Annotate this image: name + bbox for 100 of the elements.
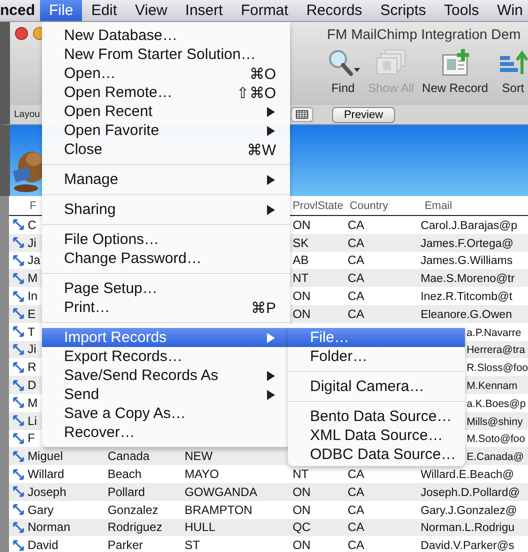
menu-item[interactable]: File…: [288, 328, 465, 347]
menu-item[interactable]: Send: [42, 385, 290, 404]
preview-button[interactable]: Preview: [332, 106, 395, 122]
toolbar-button[interactable]: Find: [323, 48, 363, 95]
table-cell: Mae.S.Moreno@tr: [420, 273, 515, 286]
expand-arrows-icon[interactable]: [12, 522, 24, 533]
expand-arrows-icon[interactable]: [12, 468, 24, 480]
menu-bar-item[interactable]: Edit: [82, 0, 126, 21]
table-view-icon[interactable]: [290, 107, 314, 122]
menu-item[interactable]: Open… ⌘O: [42, 64, 290, 83]
table-cell: James.F.Ortega@: [420, 238, 514, 250]
menu-item[interactable]: Change Password…: [42, 249, 290, 268]
table-cell-text: Gonzalez: [106, 502, 158, 517]
table-cell: Ji: [28, 342, 36, 356]
table-cell-text: SK: [292, 236, 309, 250]
table-cell-text: NT: [292, 467, 309, 482]
menu-item[interactable]: Bento Data Source…: [288, 407, 465, 426]
menu-bar-item[interactable]: Scripts: [371, 0, 436, 21]
column-header: Country: [348, 200, 388, 212]
table-cell: Norman: [28, 520, 70, 534]
table-cell: E: [28, 306, 36, 321]
table-cell: James.G.Williams: [420, 255, 513, 268]
menu-bar-item[interactable]: Win: [488, 0, 528, 21]
expand-arrows-icon[interactable]: [12, 432, 24, 444]
table-cell-text: CA: [346, 520, 364, 534]
table-cell-text: QC: [292, 520, 311, 534]
expand-arrows-icon[interactable]: [12, 272, 24, 284]
menu-item[interactable]: Print… ⌘P: [42, 298, 290, 317]
expand-arrows-icon[interactable]: [12, 397, 24, 408]
expand-arrows-icon[interactable]: [12, 504, 24, 516]
table-cell: E.Canada@: [466, 451, 524, 464]
menu-item[interactable]: Open Favorite: [42, 121, 290, 140]
menu-bar-item[interactable]: nced: [0, 0, 40, 21]
table-cell: R.Sloss@foo: [466, 362, 528, 374]
table-cell: Gary: [28, 502, 54, 517]
menu-item[interactable]: Digital Camera…: [288, 377, 465, 396]
menu-item[interactable]: ODBC Data Source…: [288, 445, 465, 464]
menu-item[interactable]: Close ⌘W: [42, 140, 290, 159]
expand-arrows-icon[interactable]: [12, 237, 24, 248]
menu-bar-item[interactable]: View: [126, 0, 176, 21]
table-cell: Inez.R.Titcomb@t: [420, 291, 512, 304]
table-cell-text: HULL: [184, 520, 216, 534]
table-cell: Gary.J.Gonzalez@: [420, 504, 518, 517]
table-cell: David: [28, 538, 58, 552]
table-cell: Joseph: [28, 484, 66, 499]
menu-item[interactable]: New Database…: [42, 26, 290, 45]
column-header: Email: [424, 200, 452, 212]
menu-item[interactable]: File Options…: [42, 230, 290, 249]
menu-item[interactable]: Save/Send Records As: [42, 366, 290, 385]
expand-arrows-icon[interactable]: [12, 362, 24, 373]
menu-item[interactable]: Export Records…: [42, 347, 290, 366]
expand-arrows-icon[interactable]: [12, 486, 24, 498]
expand-arrows-icon[interactable]: [12, 450, 24, 462]
table-cell-text: CA: [346, 253, 364, 268]
table-cell-text: Canada: [106, 449, 150, 464]
table-cell: M.Soto@foo: [466, 433, 526, 446]
table-cell: Mills@shiny: [466, 416, 523, 428]
table-cell: Miguel: [28, 449, 63, 464]
table-cell: In: [28, 289, 38, 304]
menu-item[interactable]: Open Remote… ⇧⌘O: [42, 83, 290, 102]
menu-item[interactable]: Folder…: [288, 347, 465, 366]
expand-arrows-icon[interactable]: [12, 290, 24, 302]
menu-item[interactable]: Page Setup…: [42, 279, 290, 298]
menu-bar-item[interactable]: Records: [297, 0, 372, 21]
menu-item[interactable]: Open Recent: [42, 102, 290, 121]
menu-item[interactable]: XML Data Source…: [288, 426, 465, 445]
table-cell: Eleanore.G.Owen: [420, 308, 512, 321]
toolbar-button[interactable]: Sort: [493, 48, 528, 95]
table-cell-text: ON: [292, 218, 311, 232]
toolbar-button[interactable]: New Record: [419, 48, 492, 95]
menu-item[interactable]: Recover…: [42, 423, 290, 442]
expand-arrows-icon[interactable]: [12, 219, 24, 230]
table-cell-text: Pollard: [106, 484, 145, 499]
table-cell-text: CA: [346, 306, 364, 321]
menu-item[interactable]: Sharing: [42, 200, 290, 219]
table-cell: Norman.L.Rodrigu: [420, 522, 515, 534]
table-cell-text: MAYO: [184, 467, 220, 482]
expand-arrows-icon[interactable]: [12, 344, 24, 355]
table-cell-text: ON: [292, 502, 311, 517]
close-icon[interactable]: [15, 27, 28, 40]
table-cell-text: CA: [346, 236, 364, 250]
menu-item[interactable]: Save a Copy As…: [42, 404, 290, 423]
menu-item[interactable]: Manage: [42, 170, 290, 189]
expand-arrows-icon[interactable]: [12, 308, 24, 320]
menu-bar-item[interactable]: Format: [232, 0, 298, 21]
expand-arrows-icon[interactable]: [12, 415, 24, 426]
menu-bar-item[interactable]: File: [40, 0, 82, 21]
menu-item[interactable]: Import Records: [42, 328, 290, 347]
expand-arrows-icon[interactable]: [12, 380, 24, 391]
table-cell: Herrera@tra: [466, 344, 526, 356]
expand-arrows-icon[interactable]: [12, 540, 24, 551]
menu-bar-item[interactable]: Tools: [435, 0, 488, 21]
menu-item[interactable]: New From Starter Solution…: [42, 45, 290, 64]
table-cell-text: Parker: [106, 538, 143, 552]
table-cell: F: [28, 431, 35, 446]
column-header: F: [28, 200, 36, 212]
table-cell: Li: [28, 414, 37, 428]
expand-arrows-icon[interactable]: [12, 254, 24, 266]
menu-bar-item[interactable]: Insert: [176, 0, 232, 21]
expand-arrows-icon[interactable]: [12, 326, 24, 338]
